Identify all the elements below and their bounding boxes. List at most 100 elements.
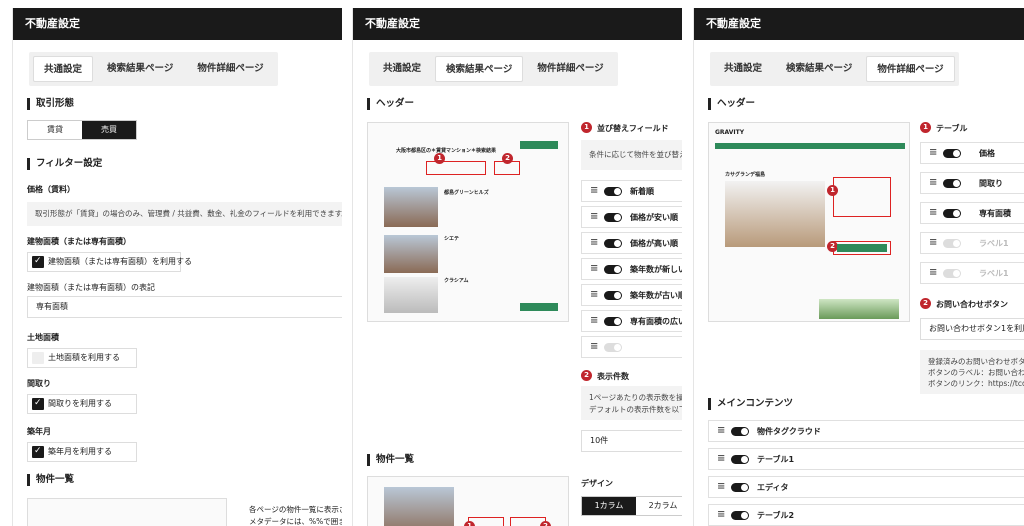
toggle-switch[interactable] (943, 209, 961, 218)
preview-nav-bar (715, 143, 905, 149)
toggle-switch[interactable] (604, 239, 622, 248)
tab-search-results[interactable]: 検索結果ページ (776, 56, 862, 82)
toggle-switch[interactable] (604, 291, 622, 300)
section-title-property-list: 物件一覧 (27, 474, 74, 486)
settings-panel-detail: 不動産設定 共通設定 検索結果ページ 物件詳細ページ ヘッダー GRAVITY … (693, 8, 1024, 526)
tab-property-detail[interactable]: 物件詳細ページ (527, 56, 613, 82)
checkbox-checked-icon (32, 394, 44, 412)
preview-property-name: シエテ (444, 236, 460, 242)
tab-search-results[interactable]: 検索結果ページ (97, 56, 183, 82)
drag-handle-icon[interactable]: ≡ (717, 509, 725, 520)
toggle-switch[interactable] (731, 427, 749, 436)
land-area-checkbox[interactable]: 土地面積を利用する (27, 348, 137, 368)
tab-property-detail[interactable]: 物件詳細ページ (187, 56, 273, 82)
sort-item-row[interactable]: ≡専有面積の広い順 (581, 310, 682, 332)
table-label: テーブル (936, 124, 968, 133)
sort-item-row[interactable]: ≡築年数が新しい順 (581, 258, 682, 280)
toggle-switch[interactable] (943, 239, 961, 248)
main-content-row[interactable]: ≡ 物件タグクラウド (708, 420, 1024, 442)
tab-search-results[interactable]: 検索結果ページ (435, 56, 524, 82)
toggle-switch[interactable] (943, 179, 961, 188)
drag-handle-icon[interactable]: ≡ (590, 289, 598, 300)
marker-1-icon: 1 (581, 122, 592, 133)
list-preview: 1 2 (367, 476, 569, 526)
drag-handle-icon[interactable]: ≡ (717, 481, 725, 492)
transaction-type-toggle: 賃貸 売買 (27, 120, 137, 140)
preview-sidebar-button (520, 141, 558, 149)
toggle-switch[interactable] (604, 187, 622, 196)
toggle-switch[interactable] (731, 483, 749, 492)
toggle-switch[interactable] (943, 269, 961, 278)
sort-field-label: 並び替えフィールド (597, 124, 669, 133)
building-area-label: 建物面積（または専有面積） (27, 237, 131, 246)
inquiry-select[interactable]: お問い合わせボタン1を利用 (920, 318, 1024, 340)
building-area-display-input[interactable]: 専有面積 (27, 296, 342, 318)
property-list-note-1: 各ページの物件一覧に表示される (249, 505, 342, 514)
count-select[interactable]: 10件 (581, 430, 682, 452)
marker-2-icon: 2 (920, 298, 931, 309)
sort-item-row-disabled[interactable]: ≡ (581, 336, 682, 358)
design-option-2col[interactable]: 2カラム (636, 497, 682, 515)
preview-room-image (725, 181, 825, 247)
drag-handle-icon[interactable]: ≡ (590, 185, 598, 196)
drag-handle-icon[interactable]: ≡ (590, 315, 598, 326)
sort-item-row[interactable]: ≡ 築年数が古い順 (581, 284, 682, 306)
main-content-row[interactable]: ≡ エディタ (708, 476, 1024, 498)
building-area-checkbox[interactable]: 建物面積（または専有面積）を利用する (27, 252, 192, 272)
section-title-header: ヘッダー (708, 98, 755, 110)
design-option-1col[interactable]: 1カラム (582, 497, 636, 515)
toggle-switch[interactable] (604, 317, 622, 326)
drag-handle-icon[interactable]: ≡ (717, 453, 725, 464)
layout-checkbox[interactable]: 間取りを利用する (27, 394, 137, 414)
building-area-display-label: 建物面積（または専有面積）の表記 (27, 283, 155, 292)
toggle-switch[interactable] (604, 265, 622, 274)
drag-handle-icon[interactable]: ≡ (590, 341, 598, 352)
property-list-note-2: メタデータには、%%で囲まれた形 (249, 517, 342, 526)
toggle-switch[interactable] (943, 149, 961, 158)
marker-2-icon: 2 (581, 370, 592, 381)
toggle-switch[interactable] (731, 455, 749, 464)
built-checkbox[interactable]: 築年月を利用する (27, 442, 137, 462)
drag-handle-icon[interactable]: ≡ (929, 237, 937, 248)
drag-handle-icon[interactable]: ≡ (590, 237, 598, 248)
drag-handle-icon[interactable]: ≡ (590, 263, 598, 274)
toggle-switch[interactable] (731, 511, 749, 520)
tab-common-settings[interactable]: 共通設定 (33, 56, 94, 82)
drag-handle-icon[interactable]: ≡ (929, 267, 937, 278)
transaction-option-sale[interactable]: 売買 (82, 121, 136, 139)
sort-item-row[interactable]: ≡ 価格が高い順 (581, 232, 682, 254)
table-item-row-disabled[interactable]: ≡ ラベル1 (920, 232, 1024, 254)
drag-handle-icon[interactable]: ≡ (929, 177, 937, 188)
transaction-option-rent[interactable]: 賃貸 (28, 121, 82, 139)
count-note: 1ページあたりの表示数を操作でき デフォルトの表示件数を以下より (581, 386, 682, 420)
drag-handle-icon[interactable]: ≡ (590, 211, 598, 222)
panel-header: 不動産設定 (353, 8, 682, 40)
drag-handle-icon[interactable]: ≡ (929, 147, 937, 158)
sort-item-row[interactable]: ≡ 新着順 (581, 180, 682, 202)
tab-common-settings[interactable]: 共通設定 (373, 56, 431, 82)
preview-highlight-1 (833, 177, 891, 217)
table-item-row[interactable]: ≡ 専有面積 (920, 202, 1024, 224)
main-content-row[interactable]: ≡ テーブル1 (708, 448, 1024, 470)
marker-2-icon: 2 (540, 521, 551, 526)
marker-1-icon: 1 (920, 122, 931, 133)
sort-item-row[interactable]: ≡ 価格が安い順 (581, 206, 682, 228)
tab-property-detail[interactable]: 物件詳細ページ (866, 56, 955, 82)
settings-panel-search: 不動産設定 共通設定 検索結果ページ 物件詳細ページ ヘッダー 大阪市都島区の＊… (352, 8, 682, 526)
tab-common-settings[interactable]: 共通設定 (714, 56, 772, 82)
table-item-row[interactable]: ≡ 価格 (920, 142, 1024, 164)
drag-handle-icon[interactable]: ≡ (929, 207, 937, 218)
preview-brand: GRAVITY (715, 129, 745, 136)
marker-1-icon: 1 (434, 153, 445, 164)
table-item-row-disabled[interactable]: ≡ ラベル1 (920, 262, 1024, 284)
toggle-switch[interactable] (604, 343, 622, 352)
tab-bar: 共通設定 検索結果ページ 物件詳細ページ (369, 52, 618, 86)
land-area-label: 土地面積 (27, 333, 59, 342)
drag-handle-icon[interactable]: ≡ (717, 425, 725, 436)
marker-2-icon: 2 (502, 153, 513, 164)
table-item-row[interactable]: ≡ 間取り (920, 172, 1024, 194)
toggle-switch[interactable] (604, 213, 622, 222)
main-content-row[interactable]: ≡ テーブル2 (708, 504, 1024, 526)
preview-plant-image (819, 299, 899, 319)
preview-building-image (384, 235, 438, 273)
